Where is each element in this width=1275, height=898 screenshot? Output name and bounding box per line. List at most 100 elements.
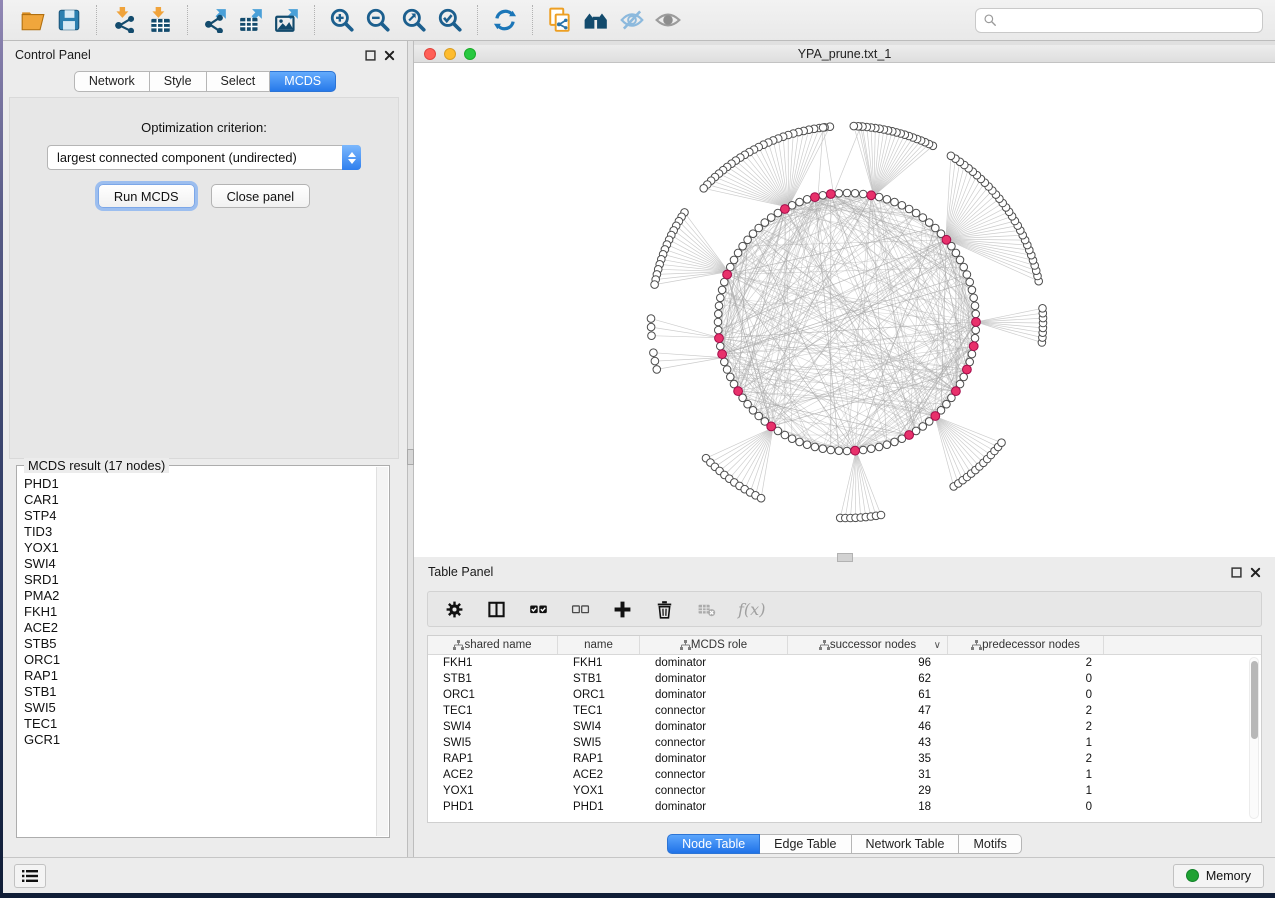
network-node[interactable] <box>796 198 804 206</box>
network-node[interactable] <box>819 445 827 453</box>
network-search-box[interactable] <box>975 8 1263 33</box>
mcds-result-list[interactable]: PHD1CAR1STP4TID3YOX1SWI4SRD1PMA2FKH1ACE2… <box>19 468 375 835</box>
network-node[interactable] <box>968 350 976 358</box>
clone-network-button[interactable] <box>542 3 578 37</box>
table-row[interactable]: ACE2ACE2connector311 <box>428 767 1261 783</box>
mcds-result-item[interactable]: ORC1 <box>24 652 375 668</box>
memory-button[interactable]: Memory <box>1173 864 1264 888</box>
function-builder-button[interactable]: f(x) <box>738 600 765 619</box>
network-leaf-node[interactable] <box>647 315 655 323</box>
export-image-button[interactable] <box>269 3 305 37</box>
mcds-result-item[interactable]: TID3 <box>24 524 375 540</box>
network-mcds-node[interactable] <box>867 191 876 200</box>
zoom-fit-button[interactable] <box>396 3 432 37</box>
network-leaf-node[interactable] <box>648 332 656 340</box>
network-node[interactable] <box>727 373 735 381</box>
network-node[interactable] <box>919 214 927 222</box>
column-header-successor-nodes[interactable]: successor nodes∨ <box>788 636 948 654</box>
network-node[interactable] <box>952 249 960 257</box>
network-node[interactable] <box>788 435 796 443</box>
network-node[interactable] <box>859 190 867 198</box>
network-leaf-node[interactable] <box>757 494 765 502</box>
network-node[interactable] <box>883 196 891 204</box>
network-node[interactable] <box>970 294 978 302</box>
network-node[interactable] <box>883 441 891 449</box>
network-node[interactable] <box>767 214 775 222</box>
network-leaf-node[interactable] <box>647 323 655 331</box>
network-node[interactable] <box>925 219 933 227</box>
close-panel-icon[interactable] <box>1250 567 1261 578</box>
table-row[interactable]: FKH1FKH1dominator962 <box>428 655 1261 671</box>
horizontal-splitter-handle[interactable] <box>837 553 853 562</box>
network-node[interactable] <box>960 263 968 271</box>
import-network-button[interactable] <box>106 3 142 37</box>
mcds-result-item[interactable]: PHD1 <box>24 476 375 492</box>
delete-button[interactable] <box>654 599 674 619</box>
network-node[interactable] <box>744 400 752 408</box>
network-leaf-node[interactable] <box>877 511 885 519</box>
tab-node-table[interactable]: Node Table <box>667 834 760 854</box>
network-node[interactable] <box>739 242 747 250</box>
add-row-button[interactable] <box>612 599 632 619</box>
column-header-shared-name[interactable]: shared name <box>428 636 558 654</box>
network-node[interactable] <box>919 423 927 431</box>
network-node[interactable] <box>715 310 723 318</box>
network-node[interactable] <box>715 326 723 334</box>
network-view[interactable] <box>414 63 1275 557</box>
show-column-panel-button[interactable] <box>486 599 506 619</box>
import-table-button[interactable] <box>142 3 178 37</box>
network-node[interactable] <box>851 190 859 198</box>
export-network-button[interactable] <box>197 3 233 37</box>
network-node[interactable] <box>859 446 867 454</box>
network-node[interactable] <box>744 236 752 244</box>
table-row[interactable]: STB1STB1dominator620 <box>428 671 1261 687</box>
network-node[interactable] <box>723 366 731 374</box>
network-node[interactable] <box>749 230 757 238</box>
network-leaf-node[interactable] <box>650 349 658 357</box>
eye-button[interactable] <box>650 3 686 37</box>
network-node[interactable] <box>714 318 722 326</box>
network-node[interactable] <box>755 412 763 420</box>
network-node[interactable] <box>972 326 980 334</box>
network-node[interactable] <box>718 286 726 294</box>
network-node[interactable] <box>867 445 875 453</box>
network-node[interactable] <box>875 443 883 451</box>
mcds-result-item[interactable]: SRD1 <box>24 572 375 588</box>
table-scrollbar[interactable] <box>1249 657 1259 819</box>
tab-network[interactable]: Network <box>74 71 150 92</box>
network-node[interactable] <box>912 209 920 217</box>
mcds-result-item[interactable]: TEC1 <box>24 716 375 732</box>
network-node[interactable] <box>891 438 899 446</box>
vertical-splitter[interactable] <box>407 41 414 857</box>
network-node[interactable] <box>971 302 979 310</box>
float-panel-icon[interactable] <box>1231 567 1242 578</box>
network-node[interactable] <box>734 249 742 257</box>
network-node[interactable] <box>905 205 913 213</box>
close-panel-icon[interactable] <box>384 50 395 61</box>
table-row[interactable]: SWI4SWI4dominator462 <box>428 719 1261 735</box>
run-mcds-button[interactable]: Run MCDS <box>98 184 195 208</box>
mcds-result-scrollbar[interactable] <box>376 467 388 836</box>
mcds-result-item[interactable]: YOX1 <box>24 540 375 556</box>
network-node[interactable] <box>730 256 738 264</box>
mcds-result-item[interactable]: STB5 <box>24 636 375 652</box>
table-row[interactable]: TEC1TEC1connector472 <box>428 703 1261 719</box>
mcds-result-item[interactable]: RAP1 <box>24 668 375 684</box>
network-leaf-node[interactable] <box>651 357 659 365</box>
network-mcds-node[interactable] <box>781 205 790 214</box>
network-node[interactable] <box>835 190 843 198</box>
network-mcds-node[interactable] <box>715 334 724 343</box>
network-mcds-node[interactable] <box>942 235 951 244</box>
network-mcds-node[interactable] <box>972 318 981 327</box>
network-node[interactable] <box>891 198 899 206</box>
network-node[interactable] <box>781 431 789 439</box>
zoom-in-button[interactable] <box>324 3 360 37</box>
network-node[interactable] <box>761 219 769 227</box>
network-node[interactable] <box>843 189 851 197</box>
network-node[interactable] <box>968 286 976 294</box>
table-row[interactable]: PHD1PHD1dominator180 <box>428 799 1261 815</box>
tab-motifs[interactable]: Motifs <box>959 834 1021 854</box>
table-row[interactable]: YOX1YOX1connector291 <box>428 783 1261 799</box>
search-input[interactable] <box>997 10 1255 30</box>
float-panel-icon[interactable] <box>365 50 376 61</box>
